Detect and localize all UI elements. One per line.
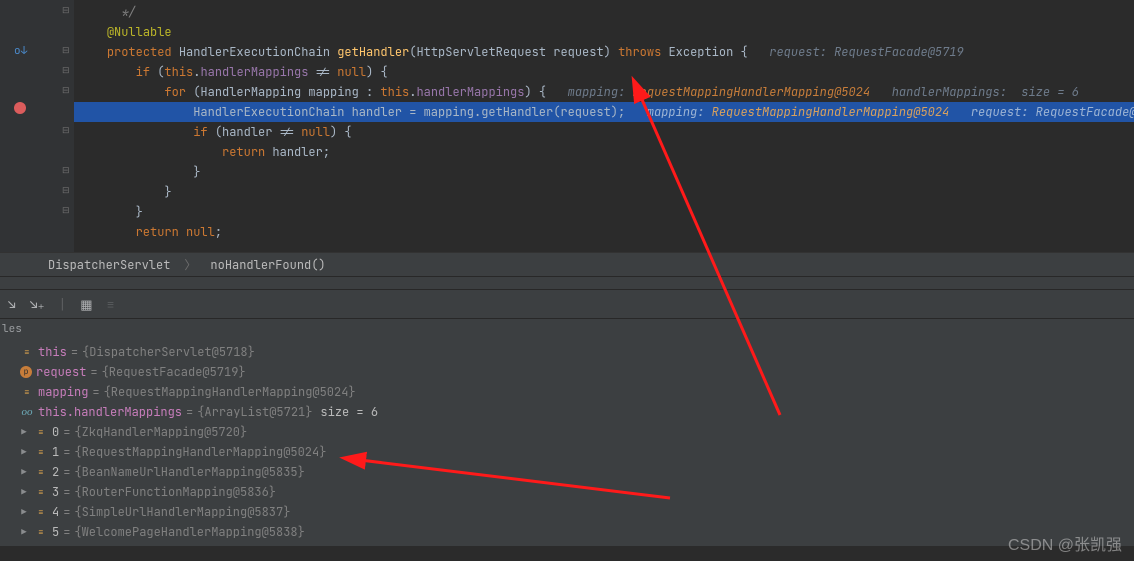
breadcrumb-class[interactable]: DispatcherServlet <box>48 257 170 273</box>
variable-row[interactable]: p request = {RequestFacade@5719} <box>0 362 1134 382</box>
fold-icon[interactable]: ⊟ <box>62 64 70 76</box>
code-editor[interactable]: o↓ ⊟ ⊟ ⊟ ⊟ ⊟ ⊟ ⊟ ⊟ */ @Nullable protecte… <box>0 0 1134 252</box>
breadcrumb: DispatcherServlet 〉 noHandlerFound() <box>0 252 1134 276</box>
fold-icon[interactable]: ⊟ <box>62 164 70 176</box>
code-content[interactable]: */ @Nullable protected HandlerExecutionC… <box>74 0 1134 252</box>
chevron-right-icon[interactable]: ▶ <box>18 466 30 478</box>
fold-icon[interactable]: ⊟ <box>62 44 70 56</box>
override-icon[interactable]: o↓ <box>14 44 27 58</box>
field-icon: ≡ <box>34 505 48 519</box>
chevron-right-icon[interactable]: ▶ <box>18 526 30 538</box>
chevron-right-icon[interactable]: ▶ <box>18 446 30 458</box>
param-icon: p <box>20 366 32 378</box>
field-icon: ≡ <box>34 425 48 439</box>
breakpoint-icon[interactable] <box>14 102 26 114</box>
variable-row[interactable]: ▶ ≡ 5 = {WelcomePageHandlerMapping@5838} <box>0 522 1134 542</box>
field-icon: ≡ <box>20 345 34 359</box>
variable-row[interactable]: ≡ mapping = {RequestMappingHandlerMappin… <box>0 382 1134 402</box>
chevron-right-icon[interactable]: ▶ <box>18 426 30 438</box>
execution-line: HandlerExecutionChain handler = mapping.… <box>74 102 1134 122</box>
fold-column: ⊟ ⊟ ⊟ ⊟ ⊟ ⊟ ⊟ ⊟ <box>60 0 74 252</box>
field-icon: ≡ <box>34 525 48 539</box>
field-icon: ≡ <box>34 465 48 479</box>
chevron-right-icon[interactable]: ▶ <box>18 486 30 498</box>
fold-icon[interactable]: ⊟ <box>62 124 70 136</box>
variable-row[interactable]: ▶ ≡ 3 = {RouterFunctionMapping@5836} <box>0 482 1134 502</box>
variables-panel[interactable]: ≡ this = {DispatcherServlet@5718} p requ… <box>0 338 1134 546</box>
step-icon[interactable]: ↘₊ <box>30 296 45 313</box>
field-icon: ≡ <box>34 445 48 459</box>
filter-icon[interactable]: ≡ <box>107 296 115 313</box>
chevron-right-icon: 〉 <box>184 256 196 273</box>
divider-icon: | <box>58 296 66 313</box>
object-icon: oo <box>20 405 34 419</box>
variable-row[interactable]: ▶ ≡ 0 = {ZkqHandlerMapping@5720} <box>0 422 1134 442</box>
variables-header: les <box>0 318 1134 338</box>
variable-row[interactable]: ≡ this = {DispatcherServlet@5718} <box>0 342 1134 362</box>
variable-row[interactable]: ▶ ≡ 1 = {RequestMappingHandlerMapping@50… <box>0 442 1134 462</box>
code-text: */ <box>114 4 136 20</box>
field-icon: ≡ <box>20 385 34 399</box>
editor-gutter: o↓ <box>0 0 60 252</box>
fold-icon[interactable]: ⊟ <box>62 84 70 96</box>
variable-row[interactable]: ▶ ≡ 2 = {BeanNameUrlHandlerMapping@5835} <box>0 462 1134 482</box>
fold-icon[interactable]: ⊟ <box>62 184 70 196</box>
step-icon[interactable]: ↘ <box>8 296 16 313</box>
code-text: @Nullable <box>107 24 172 40</box>
fold-icon[interactable]: ⊟ <box>62 204 70 216</box>
field-icon: ≡ <box>34 485 48 499</box>
variable-row[interactable]: ▶ ≡ 4 = {SimpleUrlHandlerMapping@5837} <box>0 502 1134 522</box>
panel-separator[interactable] <box>0 276 1134 290</box>
breadcrumb-method[interactable]: noHandlerFound() <box>210 257 325 273</box>
fold-icon[interactable]: ⊟ <box>62 4 70 16</box>
chevron-right-icon[interactable]: ▶ <box>18 506 30 518</box>
variable-row[interactable]: oo this.handlerMappings = {ArrayList@572… <box>0 402 1134 422</box>
calculator-icon[interactable]: ▦ <box>80 296 92 313</box>
debug-toolbar: ↘ ↘₊ | ▦ ≡ <box>0 290 1134 318</box>
